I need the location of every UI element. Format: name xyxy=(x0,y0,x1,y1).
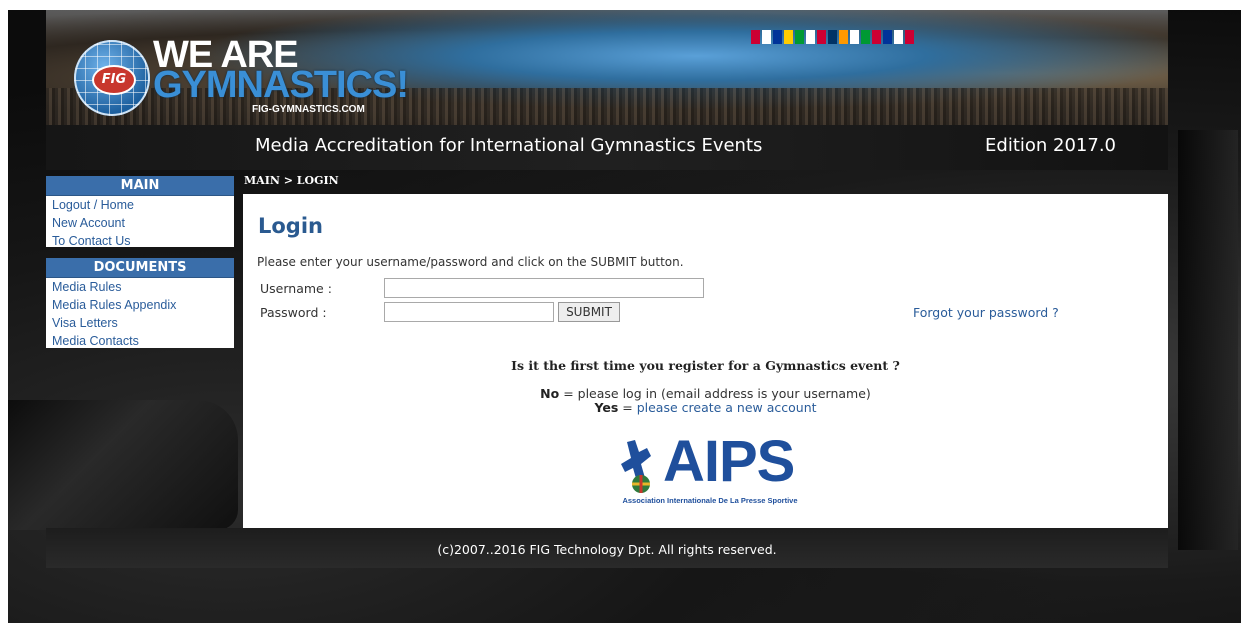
sidebar-item-contact-us[interactable]: To Contact Us xyxy=(46,232,234,250)
password-input[interactable] xyxy=(384,302,554,322)
answer-yes-eq: = xyxy=(618,400,637,415)
answer-yes: Yes = please create a new account xyxy=(243,401,1168,415)
login-panel: Login Please enter your username/passwor… xyxy=(243,194,1168,528)
sidebar-item-media-contacts[interactable]: Media Contacts xyxy=(46,332,234,350)
first-time-question: Is it the first time you register for a … xyxy=(511,358,900,373)
answer-no-label: No xyxy=(540,386,560,401)
edition-label: Edition 2017.0 xyxy=(985,135,1116,156)
fig-globe-logo[interactable]: FIG xyxy=(74,40,150,116)
sidebar-item-logout-home[interactable]: Logout / Home xyxy=(46,196,234,214)
create-account-link[interactable]: please create a new account xyxy=(637,400,817,415)
page-title: Media Accreditation for International Gy… xyxy=(255,135,763,156)
header-banner: FIG WE ARE GYMNASTICS! FIG-GYMNASTICS.CO… xyxy=(46,10,1168,125)
sidebar-main: MAIN Logout / Home New Account To Contac… xyxy=(46,176,234,250)
aips-logo[interactable]: AIPS Association Internationale De La Pr… xyxy=(615,429,805,510)
username-input[interactable] xyxy=(384,278,704,298)
brand-url: FIG-GYMNASTICS.COM xyxy=(252,104,365,115)
answer-yes-label: Yes xyxy=(594,400,619,415)
sidebar-item-media-rules-appendix[interactable]: Media Rules Appendix xyxy=(46,296,234,314)
submit-button[interactable]: SUBMIT xyxy=(558,302,620,322)
fig-logo-badge: FIG xyxy=(92,65,136,95)
aips-subtitle: Association Internationale De La Presse … xyxy=(622,496,798,505)
answer-no-text: = please log in (email address is your u… xyxy=(559,386,871,401)
first-time-answers: No = please log in (email address is you… xyxy=(243,387,1168,415)
username-label: Username : xyxy=(260,281,332,296)
breadcrumb: MAIN > LOGIN xyxy=(244,174,339,187)
sidebar-main-header: MAIN xyxy=(46,176,234,196)
password-label: Password : xyxy=(260,305,327,320)
sidebar-documents: DOCUMENTS Media Rules Media Rules Append… xyxy=(46,258,234,348)
sidebar-documents-header: DOCUMENTS xyxy=(46,258,234,278)
footer: (c)2007..2016 FIG Technology Dpt. All ri… xyxy=(46,528,1168,568)
forgot-password-link[interactable]: Forgot your password ? xyxy=(913,305,1059,320)
login-heading: Login xyxy=(258,214,323,238)
sidebar-item-visa-letters[interactable]: Visa Letters xyxy=(46,314,234,332)
footer-copyright: (c)2007..2016 FIG Technology Dpt. All ri… xyxy=(437,542,777,557)
answer-no: No = please log in (email address is you… xyxy=(243,387,1168,401)
aips-figure-icon xyxy=(621,440,651,493)
aips-wordmark: AIPS xyxy=(663,429,795,494)
brand-line-2: GYMNASTICS! xyxy=(153,64,409,106)
sidebar-item-new-account[interactable]: New Account xyxy=(46,214,234,232)
sidebar-item-media-rules[interactable]: Media Rules xyxy=(46,278,234,296)
top-strip xyxy=(0,0,1241,10)
login-instructions: Please enter your username/password and … xyxy=(257,255,684,269)
title-bar: Media Accreditation for International Gy… xyxy=(46,125,1168,170)
arena-flags xyxy=(751,30,914,44)
